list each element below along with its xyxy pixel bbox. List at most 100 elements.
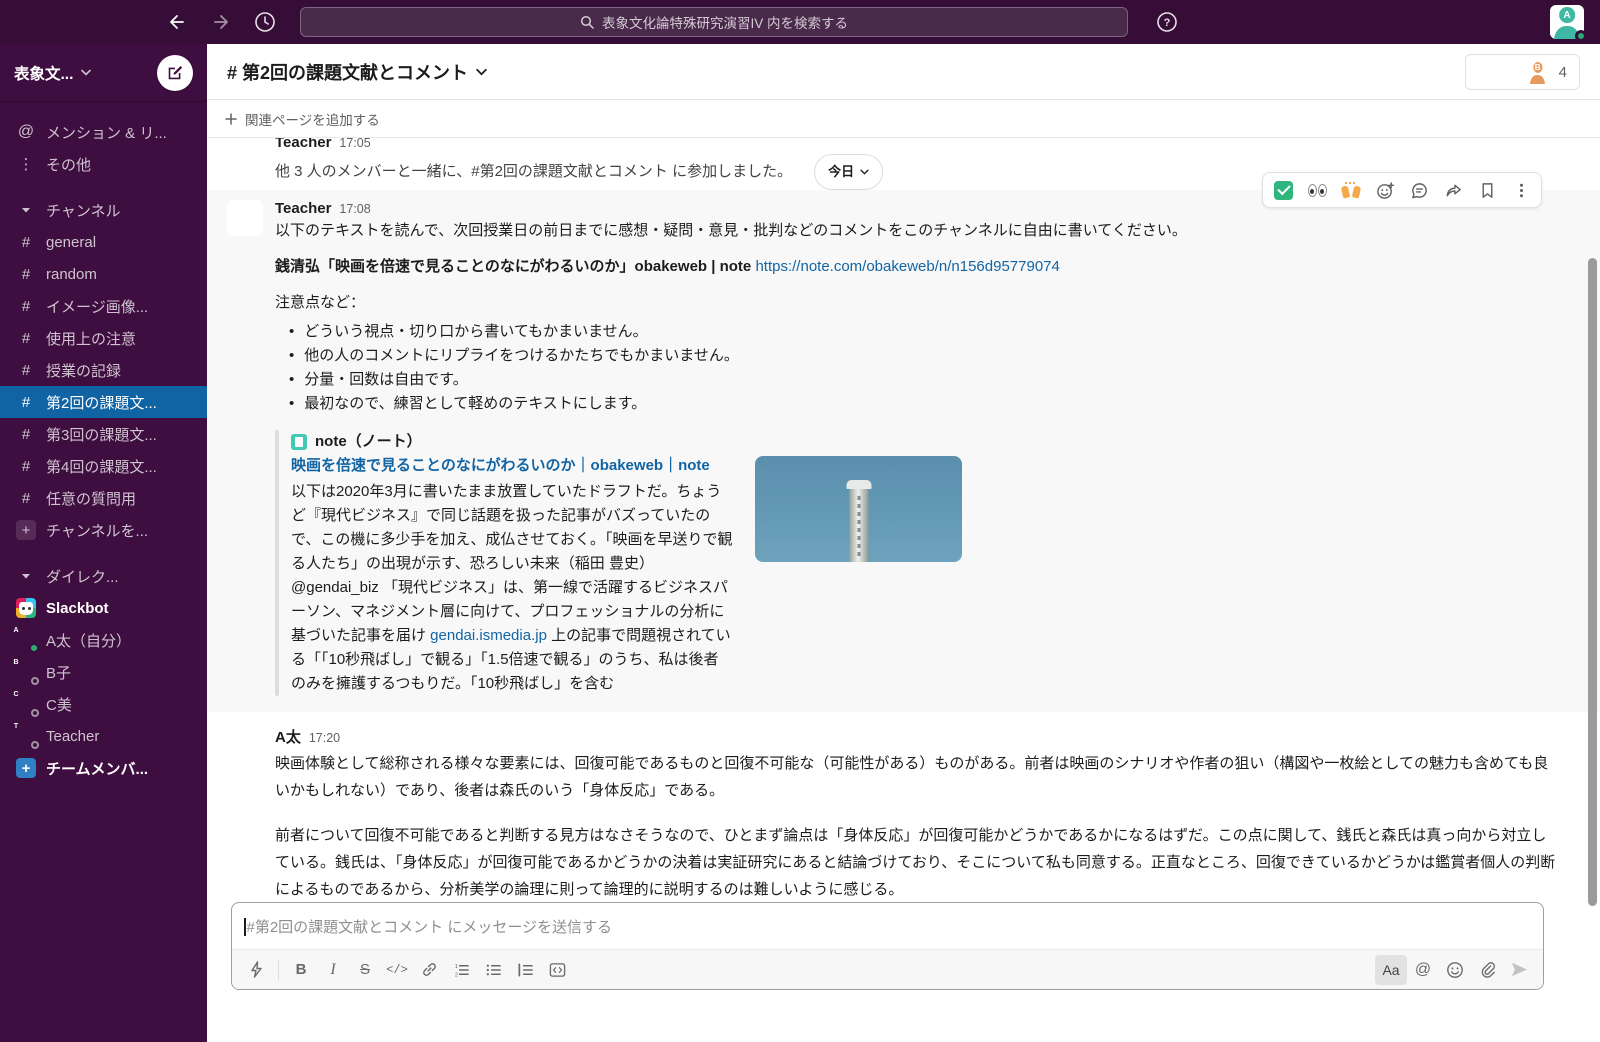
dm-section-header[interactable]: ダイレク... <box>0 560 207 592</box>
compose-button[interactable] <box>157 55 193 91</box>
mention-button[interactable]: @ <box>1407 955 1439 985</box>
sidebar-channel-session3[interactable]: 第3回の課題文... <box>0 418 207 450</box>
share-message-button[interactable] <box>1437 176 1469 204</box>
italic-button[interactable]: I <box>317 955 349 985</box>
sidebar-channel-general[interactable]: general <box>0 226 207 258</box>
author-name[interactable]: Teacher <box>275 200 331 217</box>
formatting-toggle-button[interactable]: Aa <box>1375 955 1407 985</box>
author-name[interactable]: Teacher <box>275 138 331 151</box>
reaction-eyes-button[interactable] <box>1301 176 1333 204</box>
inline-code-button[interactable]: </> <box>381 955 413 985</box>
channel-title[interactable]: # 第2回の課題文献とコメント <box>227 59 487 85</box>
send-button[interactable] <box>1503 955 1535 985</box>
sidebar-dm-slackbot[interactable]: Slackbot <box>0 592 207 624</box>
link-button[interactable] <box>413 955 445 985</box>
toolbar-divider <box>278 960 279 980</box>
sidebar-channel-image[interactable]: イメージ画像... <box>0 290 207 322</box>
bulleted-list-button[interactable] <box>477 955 509 985</box>
sidebar-channel-random[interactable]: random <box>0 258 207 290</box>
card-thumbnail-chimney-photo[interactable] <box>755 456 962 562</box>
sidebar-dm-teacher[interactable]: T Teacher <box>0 720 207 752</box>
bullet-item: 他の人のコメントにリプライをつけるかたちでもかまいません。 <box>275 344 1556 368</box>
history-back-button[interactable] <box>162 7 192 37</box>
help-button[interactable]: ? <box>1152 7 1182 37</box>
message-teacher: T Teacher 17:08 以下のテキストを読んで、次回授業日の前日までに感… <box>207 190 1600 712</box>
sidebar-channel-session4[interactable]: 第4回の課題文... <box>0 450 207 482</box>
sidebar-channel-questions[interactable]: 任意の質問用 <box>0 482 207 514</box>
more-actions-button[interactable] <box>1505 176 1537 204</box>
presence-indicator <box>1575 30 1587 42</box>
message-avatar[interactable]: T <box>227 138 263 170</box>
blockquote-button[interactable] <box>509 955 541 985</box>
composer-bottom-space <box>231 990 1544 1042</box>
add-channel-button[interactable]: + チャンネルを... <box>0 514 207 546</box>
reaction-raised-hands-button[interactable] <box>1335 176 1367 204</box>
save-bookmark-button[interactable] <box>1471 176 1503 204</box>
history-forward-button[interactable] <box>206 7 236 37</box>
plus-icon: + <box>16 520 36 540</box>
message-text: 映画体験として総称される様々な要素には、回復可能であるものと回復不可能な（可能性… <box>275 750 1556 804</box>
notes-label: 注意点など： <box>275 292 1556 314</box>
code-block-button[interactable] <box>541 955 573 985</box>
bulleted-list-icon <box>485 962 502 978</box>
add-bookmark-button[interactable]: 関連ページを追加する <box>225 109 380 129</box>
emoji-button[interactable] <box>1439 955 1471 985</box>
ordered-list-button[interactable]: 12 <box>445 955 477 985</box>
sidebar-dm-cmi[interactable]: C C美 <box>0 688 207 720</box>
presence-indicator <box>31 709 39 717</box>
section-chevron-icon <box>16 207 36 214</box>
dm-avatar: T <box>16 726 36 746</box>
history-clock-button[interactable] <box>250 7 280 37</box>
sidebar-channel-usage-note[interactable]: 使用上の注意 <box>0 322 207 354</box>
compose-pencil-icon <box>166 64 184 82</box>
slackbot-icon <box>16 598 36 618</box>
timestamp[interactable]: 17:05 <box>339 138 370 150</box>
search-input[interactable]: 表象文化論特殊研究演習IV 内を検索する <box>300 7 1128 37</box>
sidebar-item-mentions[interactable]: メンション & リ... <box>0 116 207 148</box>
channel-header: # 第2回の課題文献とコメント T A B 4 <box>207 44 1600 100</box>
card-provider-row: note（ノート） <box>291 430 962 454</box>
card-title-link[interactable]: 映画を倍速で見ることのなにがわるいのか｜obakeweb｜note <box>291 454 733 478</box>
dm-avatar: B <box>16 662 36 682</box>
message-avatar[interactable]: A <box>227 726 263 762</box>
reference-line: 銭清弘「映画を倍速で見ることのなにがわるいのか」obakeweb | note … <box>275 256 1556 278</box>
invite-teammates-button[interactable]: + チームメンバ... <box>0 752 207 784</box>
date-pill[interactable]: 今日 <box>814 154 883 190</box>
channel-members-button[interactable]: T A B 4 <box>1465 54 1580 90</box>
gendai-link[interactable]: gendai.ismedia.jp <box>430 627 547 644</box>
message-avatar[interactable]: T <box>227 200 263 236</box>
shortcuts-button[interactable] <box>240 955 272 985</box>
attach-file-button[interactable] <box>1471 955 1503 985</box>
strikethrough-button[interactable]: S <box>349 955 381 985</box>
channels-section-header[interactable]: チャンネル <box>0 194 207 226</box>
send-plane-icon <box>1510 961 1529 978</box>
message-input[interactable]: #第2回の課題文献とコメント にメッセージを送信する <box>232 903 1543 949</box>
bold-button[interactable]: B <box>285 955 317 985</box>
sidebar-item-more[interactable]: その他 <box>0 148 207 180</box>
user-avatar[interactable]: A <box>1550 5 1584 39</box>
hash-icon <box>16 330 36 347</box>
sidebar-dm-bko[interactable]: B B子 <box>0 656 207 688</box>
presence-indicator <box>31 741 39 749</box>
chevron-down-icon <box>860 169 869 175</box>
timestamp[interactable]: 17:08 <box>339 202 370 216</box>
sidebar-channel-class-record[interactable]: 授業の記録 <box>0 354 207 386</box>
arrow-right-icon <box>211 12 231 32</box>
reply-thread-button[interactable] <box>1403 176 1435 204</box>
author-name[interactable]: A太 <box>275 726 301 747</box>
slack-app: 表象文化論特殊研究演習IV 内を検索する ? A 表象文... <box>0 0 1600 1042</box>
code-block-icon <box>549 962 566 978</box>
add-reaction-button[interactable] <box>1369 176 1401 204</box>
reaction-check-button[interactable] <box>1267 176 1299 204</box>
sidebar-dm-self[interactable]: A A太（自分） <box>0 624 207 656</box>
timestamp[interactable]: 17:20 <box>309 731 340 745</box>
thread-bubble-icon <box>1410 181 1429 200</box>
sidebar-channel-session2-active[interactable]: 第2回の課題文... <box>0 386 207 418</box>
workspace-switcher[interactable]: 表象文... <box>0 44 207 102</box>
scrollbar-thumb[interactable] <box>1588 258 1597 906</box>
message-hover-toolbar <box>1262 172 1542 208</box>
search-icon <box>580 15 594 29</box>
note-article-link[interactable]: https://note.com/obakeweb/n/n156d9577907… <box>755 258 1059 275</box>
composer-toolbar: B I S </> 12 <box>232 949 1543 989</box>
plus-icon: + <box>16 758 36 778</box>
